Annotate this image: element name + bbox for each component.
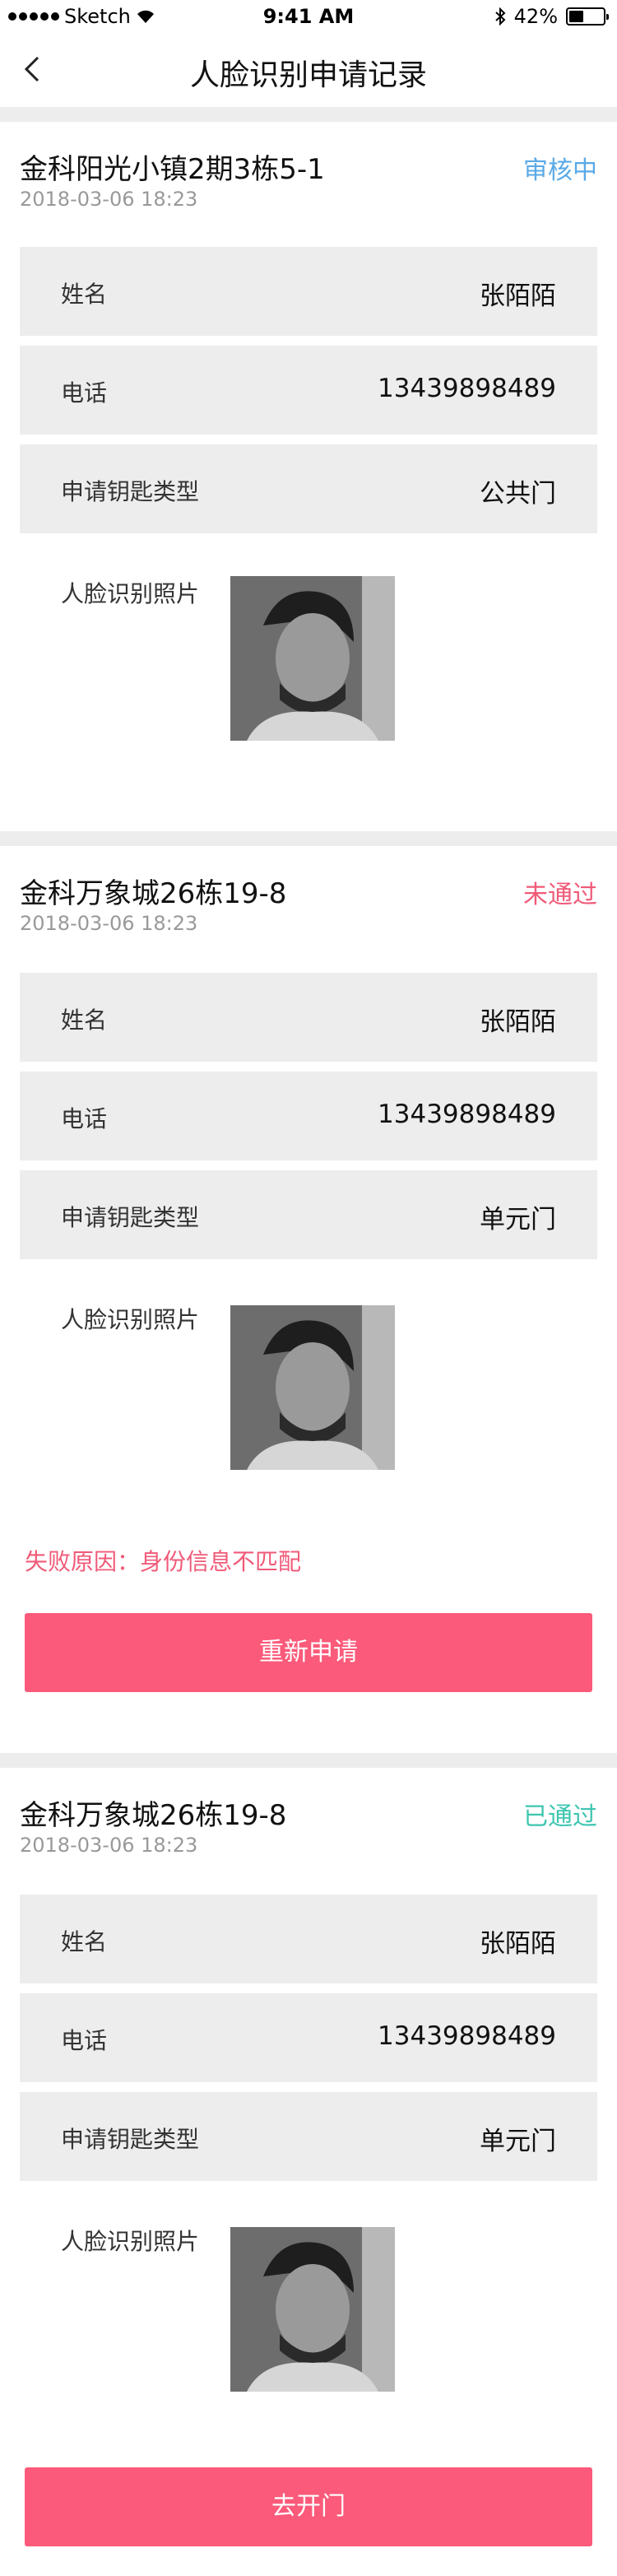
face-photo[interactable]	[230, 576, 395, 741]
bluetooth-icon	[494, 7, 506, 26]
status-badge: 审核中	[523, 156, 597, 185]
open-door-button[interactable]: 去开门	[25, 2467, 592, 2546]
record-card: 金科万象城26栋19-8 已通过 2018-03-06 18:23 姓名 张陌陌…	[0, 1768, 617, 2576]
page-title: 人脸识别申请记录	[189, 58, 427, 92]
record-card: 金科万象城26栋19-8 未通过 2018-03-06 18:23 姓名 张陌陌…	[0, 846, 617, 1751]
key-type-row: 申请钥匙类型 单元门	[20, 1170, 597, 1259]
face-photo[interactable]	[230, 2227, 395, 2392]
name-value: 张陌陌	[480, 1007, 556, 1037]
record-date: 2018-03-06 18:23	[20, 1834, 198, 1857]
phone-row: 电话 13439898489	[20, 1072, 597, 1160]
name-value: 张陌陌	[480, 281, 556, 311]
key-type-value: 单元门	[480, 2127, 556, 2156]
record-card: 金科阳光小镇2期3栋5-1 审核中 2018-03-06 18:23 姓名 张陌…	[0, 122, 617, 830]
record-address: 金科万象城26栋19-8	[20, 1799, 287, 1832]
status-badge: 已通过	[523, 1802, 597, 1831]
key-type-row: 申请钥匙类型 公共门	[20, 444, 597, 533]
section-divider	[0, 107, 617, 122]
name-row: 姓名 张陌陌	[20, 247, 597, 336]
key-type-row: 申请钥匙类型 单元门	[20, 2092, 597, 2181]
phone-label: 电话	[61, 2027, 108, 2054]
phone-label: 电话	[61, 379, 108, 407]
fail-reason: 失败原因：身份信息不匹配	[25, 1548, 302, 1575]
record-date: 2018-03-06 18:23	[20, 912, 198, 935]
status-right: 42%	[494, 5, 609, 28]
name-row: 姓名 张陌陌	[20, 973, 597, 1062]
photo-label: 人脸识别照片	[61, 580, 200, 607]
record-address: 金科阳光小镇2期3栋5-1	[20, 153, 325, 186]
record-date: 2018-03-06 18:23	[20, 188, 198, 211]
name-label: 姓名	[61, 1007, 108, 1034]
key-type-value: 单元门	[480, 1205, 556, 1235]
key-type-value: 公共门	[480, 479, 556, 509]
battery-percent: 42%	[513, 5, 558, 28]
section-divider	[0, 1753, 617, 1768]
name-row: 姓名 张陌陌	[20, 1895, 597, 1983]
key-type-label: 申请钥匙类型	[61, 1204, 200, 1231]
photo-label: 人脸识别照片	[61, 2228, 200, 2255]
phone-value: 13439898489	[378, 2021, 556, 2051]
record-address: 金科万象城26栋19-8	[20, 877, 287, 910]
section-divider	[0, 831, 617, 846]
battery-icon	[566, 7, 609, 26]
phone-label: 电话	[61, 1105, 108, 1132]
phone-row: 电话 13439898489	[20, 346, 597, 435]
reapply-button[interactable]: 重新申请	[25, 1613, 592, 1692]
phone-row: 电话 13439898489	[20, 1993, 597, 2082]
nav-bar: 人脸识别申请记录	[0, 33, 617, 107]
phone-value: 13439898489	[378, 1100, 556, 1129]
photo-label: 人脸识别照片	[61, 1306, 200, 1333]
name-label: 姓名	[61, 281, 108, 308]
status-badge: 未通过	[523, 881, 597, 909]
key-type-label: 申请钥匙类型	[61, 2126, 200, 2153]
name-label: 姓名	[61, 1928, 108, 1955]
key-type-label: 申请钥匙类型	[61, 478, 200, 505]
phone-value: 13439898489	[378, 374, 556, 403]
status-bar: Sketch 9:41 AM 42%	[0, 0, 617, 33]
face-photo[interactable]	[230, 1305, 395, 1470]
name-value: 张陌陌	[480, 1929, 556, 1959]
